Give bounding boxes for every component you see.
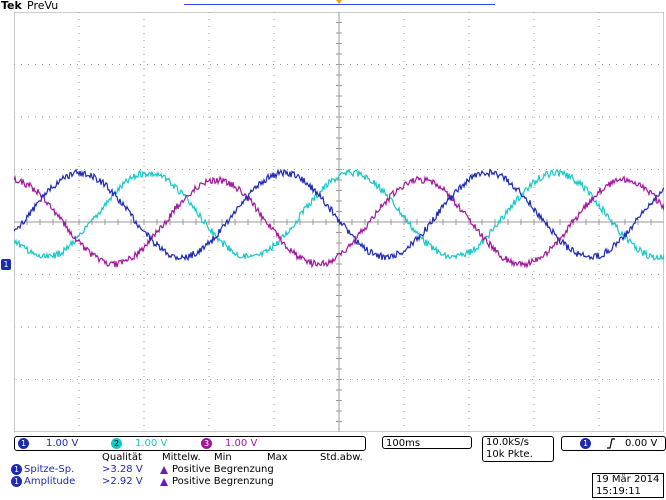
time-label: 15:19:11 [596, 486, 641, 497]
trigger-position-marker-icon[interactable] [336, 0, 342, 4]
measurement-value: >2.92 V [102, 476, 143, 487]
timestamp-readout: 19 Mär 2014 15:19:11 [592, 473, 664, 498]
measurement-source-badge: 1 [11, 476, 22, 487]
measurement-name: Spitze-Sp. [24, 464, 75, 475]
warning-triangle-icon [160, 466, 168, 474]
waveform-display[interactable] [14, 12, 664, 432]
rising-edge-icon [607, 438, 615, 449]
header-std: Std.abw. [320, 452, 363, 463]
measurement-quality: Positive Begrenzung [172, 464, 274, 475]
ground-marker-label: 1 [3, 260, 9, 269]
channel-1-ground-marker[interactable]: 1 [1, 259, 11, 270]
record-view-bar[interactable] [184, 4, 495, 5]
measurement-name: Amplitude [24, 476, 76, 487]
measurement-row[interactable]: 1 Spitze-Sp. >3.28 V Positive Begrenzung [11, 464, 364, 476]
warning-triangle-icon [160, 478, 168, 486]
measurement-source-badge: 1 [11, 464, 22, 475]
timebase-readout[interactable]: 100ms [382, 436, 472, 449]
header-mean: Mittelw. [162, 452, 201, 463]
date-label: 19 Mär 2014 [596, 474, 660, 485]
trigger-source-badge: 1 [580, 438, 591, 449]
record-length: 10k Pkte. [486, 449, 533, 460]
header-min: Min [214, 452, 232, 463]
brand-label: Tek [1, 0, 22, 12]
header-quality: Qualität [102, 452, 142, 463]
sample-rate: 10.0kS/s [486, 437, 529, 448]
trigger-level: 0.00 V [625, 438, 658, 449]
timebase-value: 100ms [386, 438, 421, 449]
measurement-panel: Qualität Mittelw. Min Max Std.abw. 1 Spi… [11, 448, 364, 488]
acquisition-readout[interactable]: 10.0kS/s 10k Pkte. [482, 436, 554, 462]
measurement-quality: Positive Begrenzung [172, 476, 274, 487]
trigger-readout[interactable]: 1 0.00 V [561, 436, 666, 451]
measurement-row[interactable]: 1 Amplitude >2.92 V Positive Begrenzung [11, 476, 364, 488]
status-bar: Tek PreVu [0, 0, 666, 12]
measurement-value: >3.28 V [102, 464, 143, 475]
acquisition-state: PreVu [27, 0, 59, 12]
header-max: Max [267, 452, 288, 463]
